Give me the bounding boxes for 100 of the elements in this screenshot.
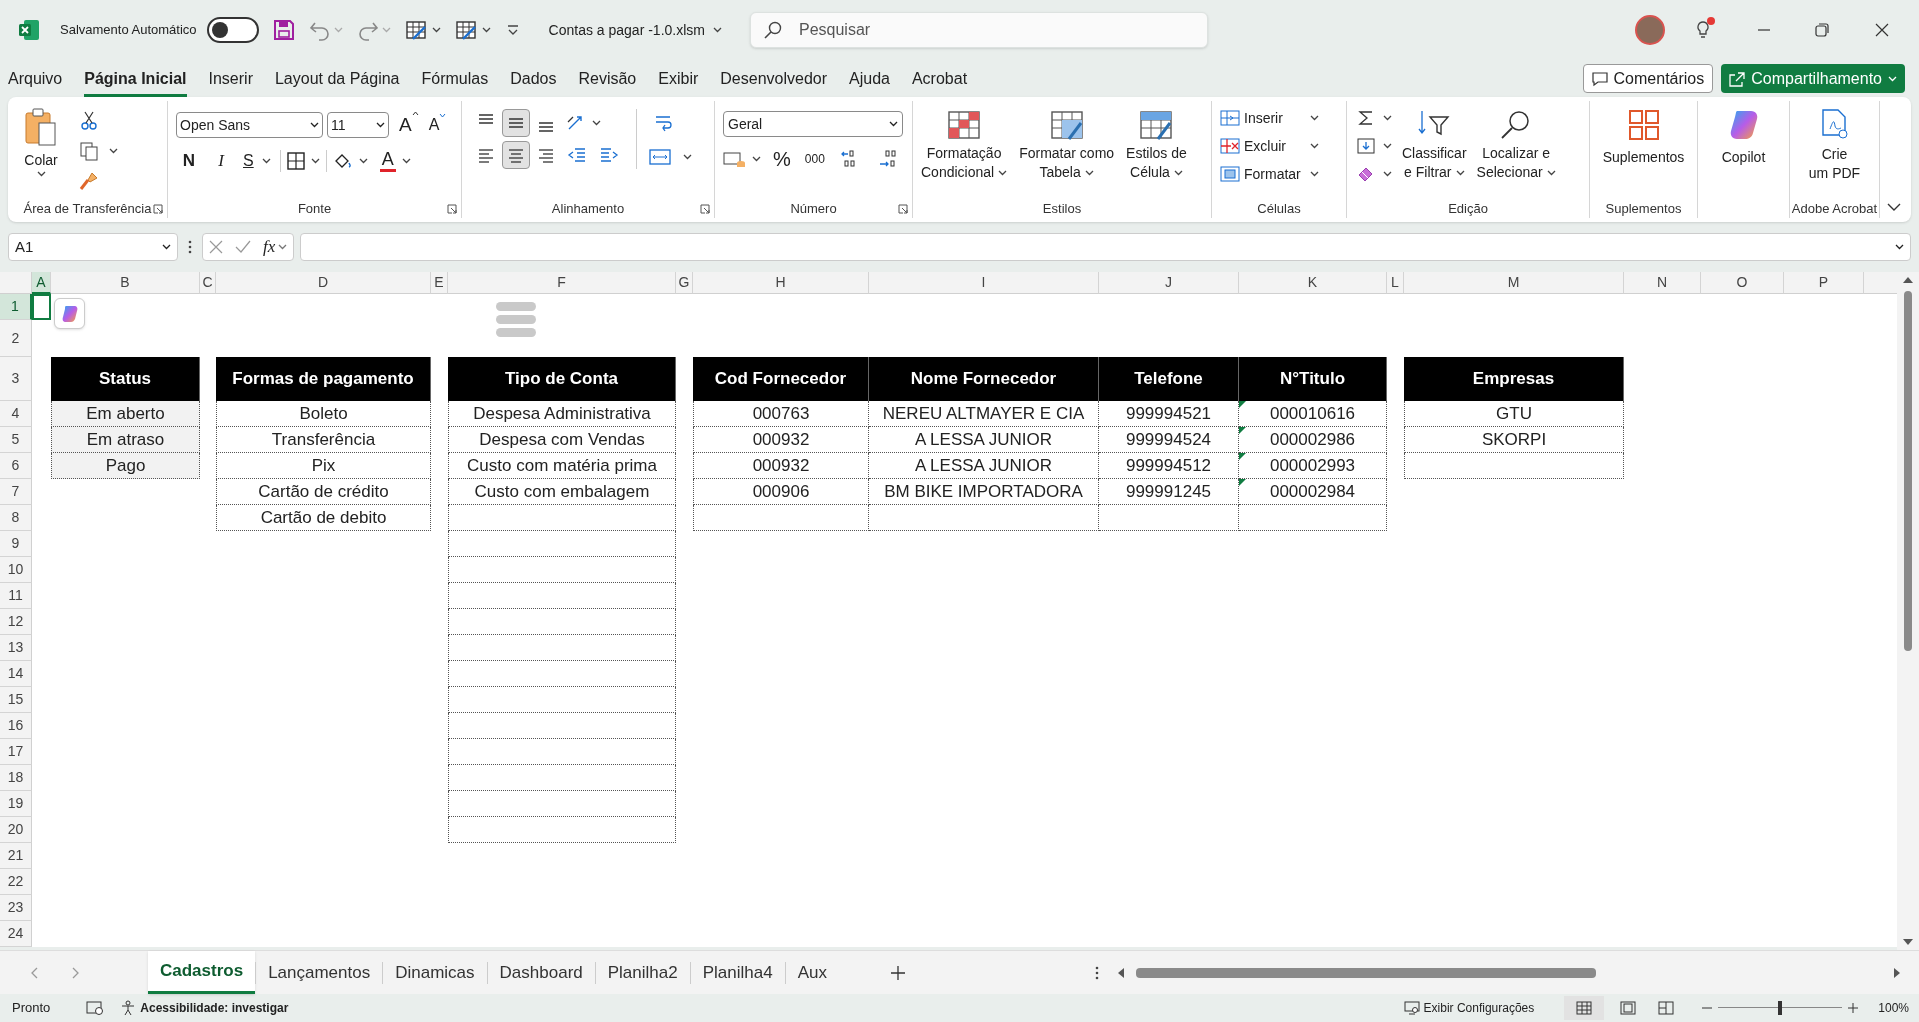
menu-tab[interactable]: Desenvolvedor [720,60,827,97]
column-header[interactable]: A [32,272,51,294]
column-header[interactable]: E [431,272,448,294]
sheet-tab[interactable]: Planilha2 [595,951,690,994]
name-box[interactable]: A1 [8,233,178,261]
menu-tab[interactable]: Exibir [658,60,699,97]
column-header[interactable]: F [448,272,676,294]
create-pdf-button[interactable]: Crie um PDF [1808,109,1861,183]
search-field[interactable]: Pesquisar [750,12,1208,48]
formula-input[interactable] [300,233,1911,261]
previous-sheet-icon[interactable] [30,966,38,979]
row-header[interactable]: 11 [0,583,32,609]
error-indicator-icon[interactable] [1239,453,1246,460]
error-indicator-icon[interactable] [1239,427,1246,434]
column-header[interactable]: L [1387,272,1404,294]
row-header[interactable]: 12 [0,609,32,635]
column-header[interactable]: J [1099,272,1239,294]
column-header[interactable]: K [1239,272,1387,294]
menu-tab[interactable]: Fórmulas [421,60,489,97]
row-header[interactable]: 10 [0,557,32,583]
sheet-tab[interactable]: Lançamentos [256,951,383,994]
row-header[interactable]: 3 [0,357,32,401]
spreadsheet-logo-icon[interactable] [18,19,40,41]
row-header[interactable]: 20 [0,817,32,843]
page-break-icon[interactable] [1658,1000,1675,1015]
page-layout-icon[interactable] [1620,1000,1637,1015]
thousands-separator-button[interactable]: 000 [802,146,827,172]
row-header[interactable]: 21 [0,843,32,869]
row-header[interactable]: 5 [0,427,32,453]
row-header[interactable]: 22 [0,869,32,895]
editing-button[interactable]: Classificar e Filtrar [1402,105,1467,187]
selected-cell[interactable] [32,294,51,320]
table-edit-icon[interactable] [404,19,429,41]
column-header[interactable]: G [676,272,693,294]
row-header[interactable]: 6 [0,453,32,479]
align-center-button[interactable] [502,141,530,169]
next-sheet-icon[interactable] [72,966,80,979]
row-header[interactable]: 17 [0,739,32,765]
column-header[interactable]: I [869,272,1099,294]
row-header[interactable]: 13 [0,635,32,661]
menu-tab[interactable]: Acrobat [911,60,968,97]
font-color-button[interactable]: A [379,147,411,174]
column-header[interactable]: P [1784,272,1864,294]
menu-tab[interactable]: Layout da Página [274,60,400,97]
cancel-icon[interactable] [209,240,223,254]
check-icon[interactable] [235,240,251,254]
copilot-button[interactable]: Copilot [1721,109,1766,168]
vertical-scrollbar-thumb[interactable] [1904,291,1912,651]
display-settings-button[interactable]: Exibir Configurações [1403,998,1535,1017]
table-edit-icon[interactable] [454,19,479,41]
cells-menu-button[interactable]: Formatar [1218,161,1346,187]
normal-view-button[interactable] [1564,995,1605,1020]
menu-tab[interactable]: Revisão [578,60,637,97]
add-sheet-icon[interactable] [890,965,905,980]
paste-button[interactable]: Colar [16,107,66,195]
shrink-font-button[interactable]: A [428,113,447,138]
row-header[interactable]: 1 [0,294,32,320]
row-header[interactable]: 9 [0,531,32,557]
menu-tab[interactable]: Arquivo [8,60,63,97]
zoom-in-icon[interactable] [1848,1002,1859,1013]
row-header[interactable]: 14 [0,661,32,687]
sheet-tab[interactable]: Cadastros [148,951,256,994]
column-header[interactable]: H [693,272,869,294]
row-header[interactable]: 18 [0,765,32,791]
row-header[interactable]: 4 [0,401,32,427]
font-size-dropdown[interactable]: 11 [327,112,389,139]
column-header[interactable]: D [216,272,431,294]
italic-button[interactable]: I [208,147,234,174]
dialog-launcher-icon[interactable] [447,204,457,214]
lightbulb-icon[interactable] [1695,20,1711,40]
restore-icon[interactable] [1815,23,1829,37]
row-header[interactable]: 2 [0,320,32,357]
dialog-launcher-icon[interactable] [898,204,908,214]
customize-toolbar-icon[interactable] [506,25,519,35]
dialog-launcher-icon[interactable] [153,204,163,214]
cells-menu-button[interactable]: Excluir [1218,133,1346,159]
scroll-down-icon[interactable] [1903,939,1913,946]
column-header[interactable]: O [1701,272,1784,294]
file-name-button[interactable]: Contas a pagar -1.0.xlsm [548,19,722,41]
sheet-tab[interactable]: Aux [785,951,839,994]
row-header[interactable]: 7 [0,479,32,505]
editing-button[interactable]: Localizar e Selecionar [1476,105,1556,187]
row-header[interactable]: 19 [0,791,32,817]
menu-tab[interactable]: Ajuda [849,60,890,97]
row-header[interactable]: 24 [0,921,32,947]
comments-button[interactable]: Comentários [1582,64,1714,93]
error-indicator-icon[interactable] [1239,479,1246,486]
scroll-left-icon[interactable] [1116,967,1124,978]
zoom-slider-thumb[interactable] [1778,1000,1783,1015]
menu-tab[interactable]: Inserir [208,60,253,97]
collapse-ribbon-icon[interactable] [1887,203,1901,212]
cells-menu-button[interactable]: Inserir [1218,105,1346,131]
column-header[interactable]: M [1404,272,1624,294]
column-header[interactable]: N [1624,272,1701,294]
row-header[interactable]: 23 [0,895,32,921]
underline-button[interactable]: S [240,147,274,174]
row-header[interactable]: 15 [0,687,32,713]
number-format-dropdown[interactable]: Geral [723,111,903,137]
column-header[interactable]: B [51,272,200,294]
more-options-icon[interactable] [1094,965,1099,980]
